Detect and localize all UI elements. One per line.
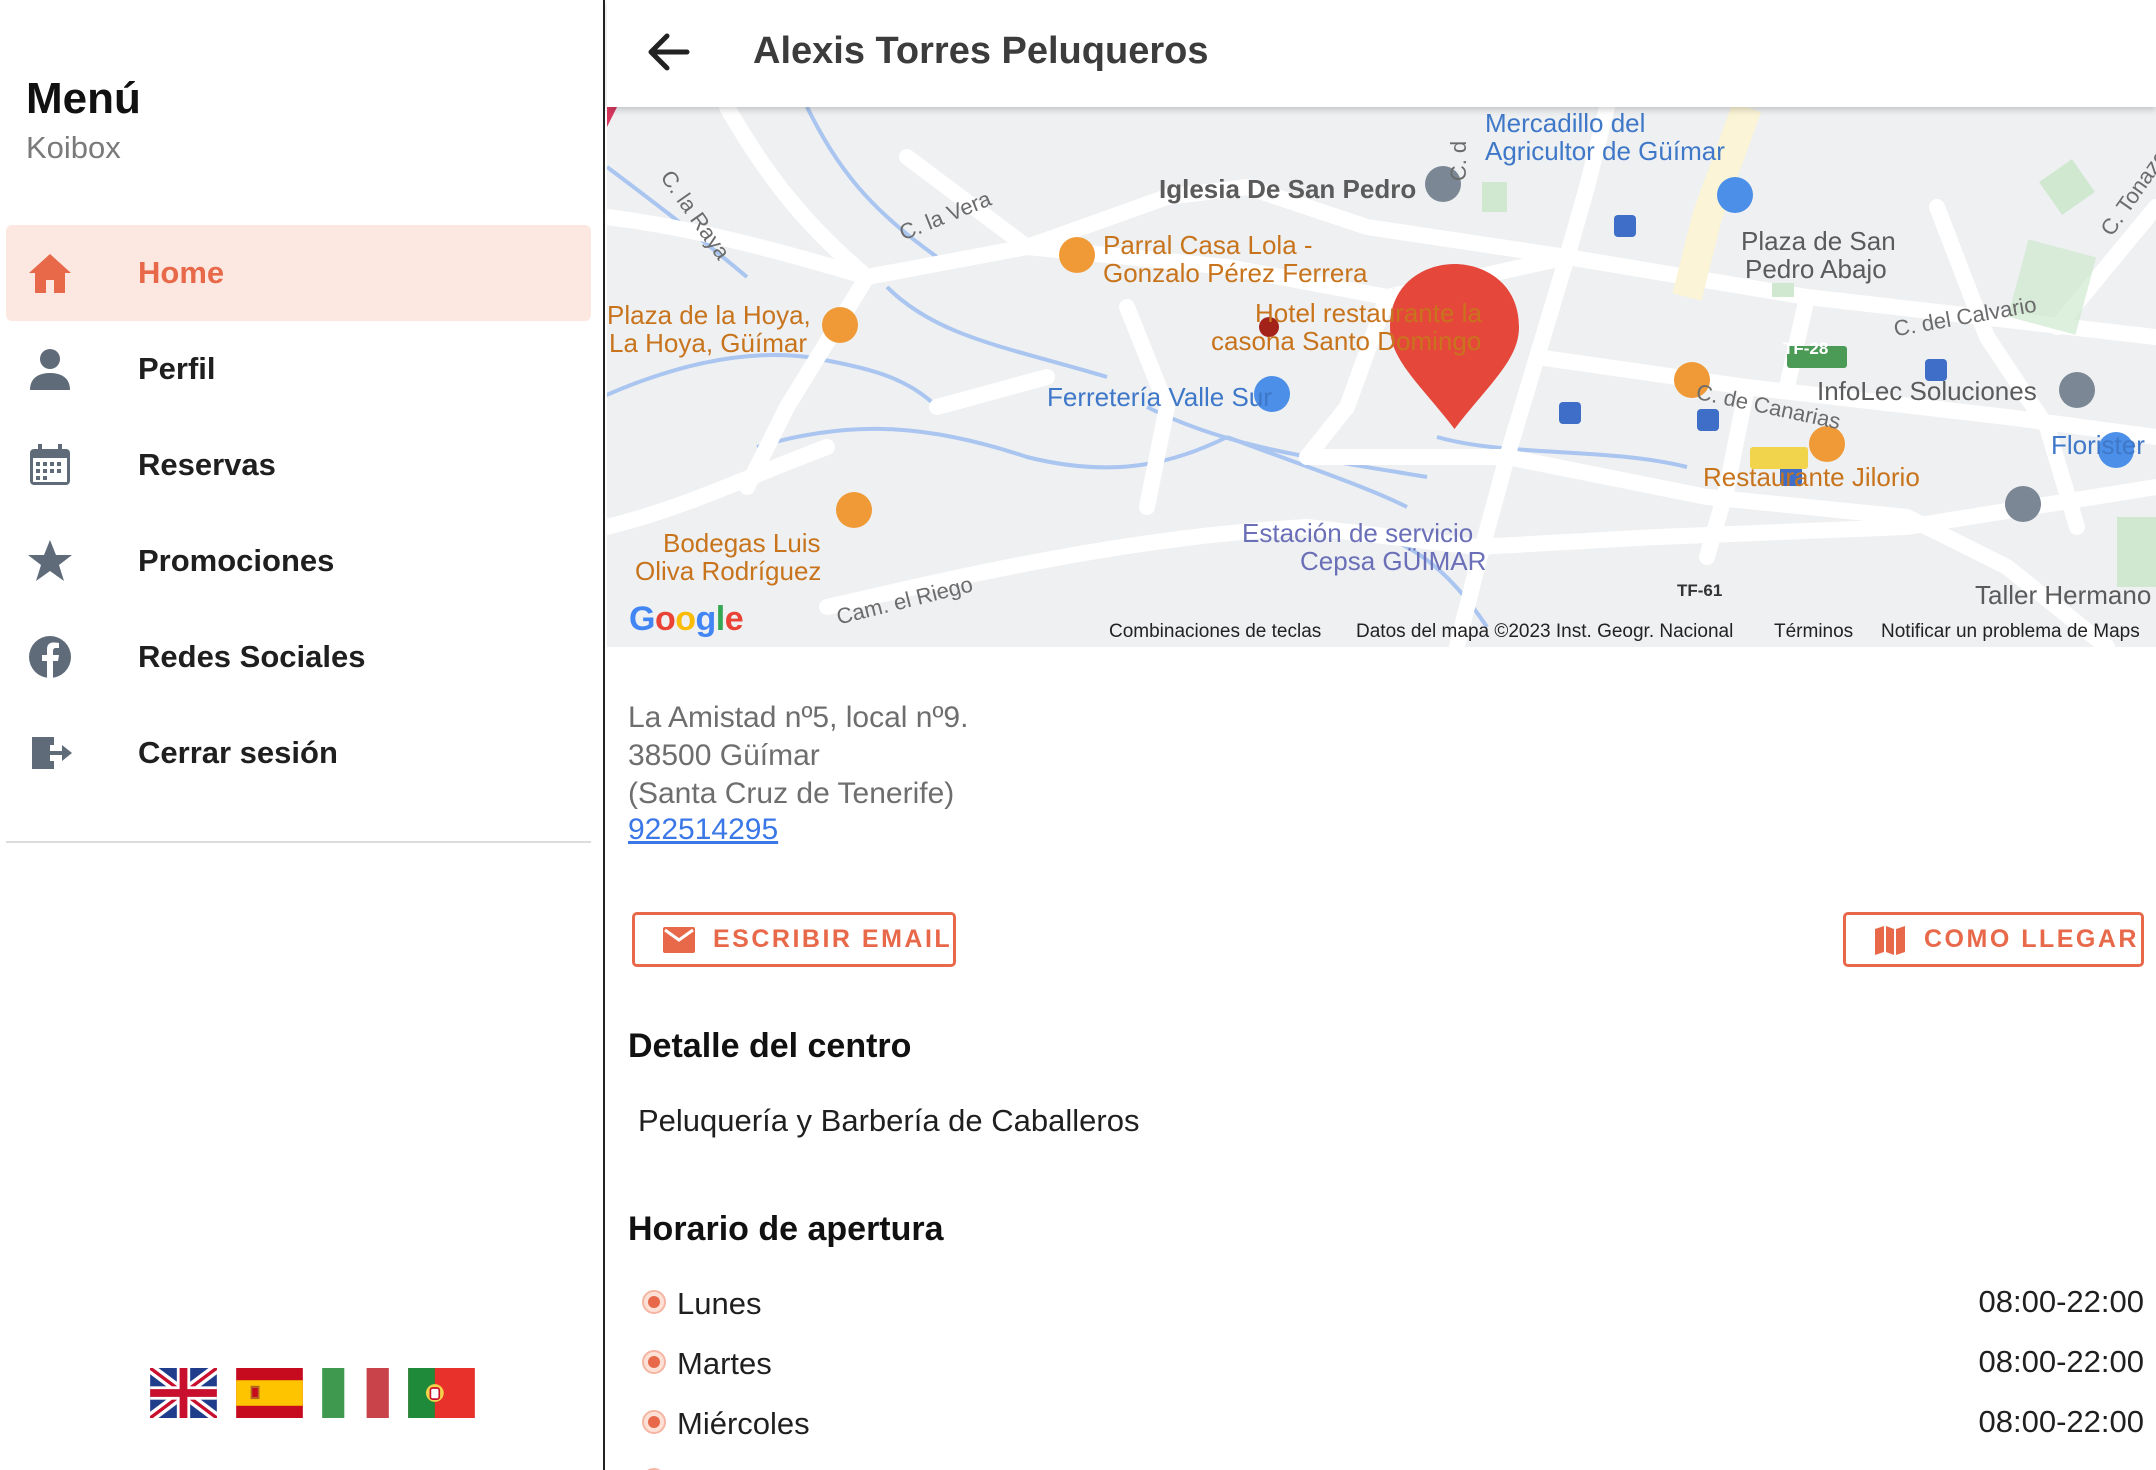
map-label: C. d <box>1446 140 1472 182</box>
sidebar-item-home[interactable]: Home <box>6 225 591 321</box>
map-label: Oliva Rodríguez <box>635 556 822 586</box>
portugal-flag-icon[interactable] <box>408 1368 475 1418</box>
write-email-button[interactable]: ESCRIBIR EMAIL <box>632 912 956 967</box>
address-block: La Amistad nº5, local nº9. 38500 Güímar … <box>628 699 968 813</box>
map-label: La Hoya, Güímar <box>609 328 807 358</box>
menu-subtitle: Koibox <box>26 130 121 165</box>
uk-flag-icon[interactable] <box>150 1368 217 1418</box>
hours-row <box>639 1462 2144 1470</box>
sidebar: Menú Koibox Home Perfil Reservas Promoci… <box>0 0 605 1470</box>
star-icon <box>28 540 72 581</box>
map-label: Plaza de San <box>1741 226 1896 256</box>
map-label: Agricultor de Güímar <box>1485 136 1725 166</box>
hours-row: Lunes 08:00-22:00 <box>639 1284 2144 1328</box>
map-label: Gonzalo Pérez Ferrera <box>1103 258 1368 288</box>
sidebar-item-perfil[interactable]: Perfil <box>6 321 591 417</box>
bullet-icon <box>642 1410 666 1434</box>
person-icon <box>30 349 70 390</box>
center-details: La Amistad nº5, local nº9. 38500 Güímar … <box>607 647 2156 1470</box>
map-terms-link[interactable]: Términos <box>1774 621 1853 643</box>
get-directions-button[interactable]: COMO LLEGAR <box>1843 912 2144 967</box>
map-label: TF-28 <box>1783 339 1829 358</box>
hours-time: 08:00-22:00 <box>1978 1344 2144 1379</box>
sidebar-item-label: Perfil <box>138 351 216 386</box>
map-label: Plaza de la Hoya, <box>607 300 811 330</box>
sidebar-divider <box>6 841 591 843</box>
map-footer: Combinaciones de teclas Datos del mapa ©… <box>607 617 2156 647</box>
map-shortcuts-link[interactable]: Combinaciones de teclas <box>1109 621 1321 643</box>
location-map[interactable]: C. la Raya C. la Vera Iglesia De San Ped… <box>607 107 2156 647</box>
logout-icon <box>32 737 72 769</box>
sidebar-item-label: Redes Sociales <box>138 639 366 674</box>
language-selector <box>150 1368 475 1418</box>
map-label: Florister <box>2051 430 2145 460</box>
write-email-label: ESCRIBIR EMAIL <box>713 925 953 953</box>
hours-time: 08:00-22:00 <box>1978 1404 2144 1439</box>
menu-title: Menú <box>26 74 141 123</box>
email-icon <box>663 926 695 953</box>
map-label: Parral Casa Lola - <box>1103 230 1313 260</box>
map-label: Ferretería Valle Sur <box>1047 382 1272 412</box>
get-directions-label: COMO LLEGAR <box>1924 925 2139 953</box>
sidebar-item-reservas[interactable]: Reservas <box>6 417 591 513</box>
italy-flag-icon[interactable] <box>322 1368 389 1418</box>
bullet-icon <box>642 1290 666 1314</box>
map-label: Pedro Abajo <box>1745 254 1887 284</box>
map-label: InfoLec Soluciones <box>1817 376 2037 406</box>
calendar-icon <box>30 444 70 485</box>
map-data-attribution: Datos del mapa ©2023 Inst. Geogr. Nacion… <box>1356 621 1734 642</box>
map-label: Hotel restaurante la <box>1255 298 1482 328</box>
hours-day: Martes <box>677 1346 772 1381</box>
hours-row: Miércoles 08:00-22:00 <box>639 1404 2144 1448</box>
sidebar-item-promociones[interactable]: Promociones <box>6 513 591 609</box>
map-label: Iglesia De San Pedro <box>1159 174 1417 204</box>
sidebar-item-redes-sociales[interactable]: Redes Sociales <box>6 609 591 705</box>
map-label: Estación de servicio <box>1242 518 1474 548</box>
hours-row: Martes 08:00-22:00 <box>639 1344 2144 1388</box>
map-icon <box>1875 925 1905 955</box>
map-label: Mercadillo del <box>1485 108 1646 138</box>
spain-flag-icon[interactable] <box>236 1368 303 1418</box>
app-header: Alexis Torres Peluqueros <box>607 0 2156 107</box>
sidebar-nav: Home Perfil Reservas Promociones Redes S… <box>6 225 591 801</box>
map-label: casona Santo Domingo <box>1211 326 1482 356</box>
address-line: La Amistad nº5, local nº9. <box>628 701 969 734</box>
map-label: Restaurante Jilorio <box>1703 462 1920 492</box>
bullet-icon <box>642 1350 666 1374</box>
sidebar-item-cerrar-sesion[interactable]: Cerrar sesión <box>6 705 591 801</box>
sidebar-item-label: Promociones <box>138 543 335 578</box>
address-line: (Santa Cruz de Tenerife) <box>628 777 955 810</box>
sidebar-item-label: Reservas <box>138 447 276 482</box>
detail-text: Peluquería y Barbería de Caballeros <box>638 1103 1140 1138</box>
phone-link[interactable]: 922514295 <box>628 813 778 847</box>
map-label: Cepsa GÜIMAR <box>1300 546 1487 576</box>
arrow-left-icon[interactable] <box>643 28 695 76</box>
address-line: 38500 Güímar <box>628 739 820 772</box>
map-label: Bodegas Luis <box>663 528 821 558</box>
home-icon <box>29 254 71 293</box>
map-label: Taller Hermano <box>1975 580 2152 610</box>
facebook-icon <box>29 636 71 678</box>
hours-time: 08:00-22:00 <box>1978 1284 2144 1319</box>
detail-heading: Detalle del centro <box>628 1027 912 1065</box>
hours-day: Lunes <box>677 1286 762 1321</box>
page-title: Alexis Torres Peluqueros <box>753 30 1209 72</box>
sidebar-item-label: Home <box>138 255 225 290</box>
sidebar-item-label: Cerrar sesión <box>138 735 338 770</box>
hours-day: Miércoles <box>677 1406 810 1441</box>
map-label: TF-61 <box>1677 581 1723 600</box>
hours-heading: Horario de apertura <box>628 1210 944 1248</box>
map-report-link[interactable]: Notificar un problema de Maps <box>1881 621 2140 643</box>
